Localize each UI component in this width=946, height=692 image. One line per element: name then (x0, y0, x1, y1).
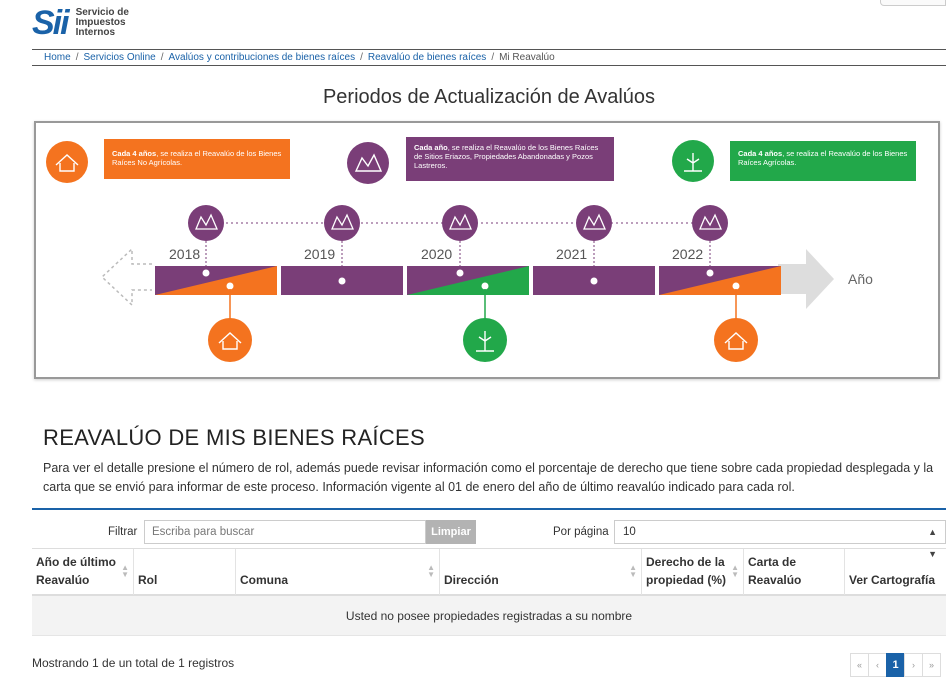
col-direccion-label: Dirección (444, 573, 499, 587)
col-rol[interactable]: Rol (134, 549, 236, 595)
sort-icon: ▲ ▼ (427, 563, 435, 579)
col-direccion[interactable]: Dirección ▲ ▼ (440, 549, 642, 595)
breadcrumb-separator: / (491, 52, 495, 63)
year-2022: 2022 (672, 246, 704, 262)
col-comuna[interactable]: Comuna ▲ ▼ (236, 549, 440, 595)
infographic: Cada 4 años, se realiza el Reavalúo de l… (34, 121, 940, 379)
search-input[interactable] (144, 520, 426, 544)
col-carta-reavaluo[interactable]: Carta de Reavalúo (744, 549, 845, 595)
breadcrumb-home[interactable]: Home (44, 52, 71, 63)
house-hand-icon-callout (46, 141, 88, 183)
axis-label-year: Año (848, 271, 873, 287)
breadcrumb-current: Mi Reavalúo (499, 52, 555, 63)
infographic-title: Periodos de Actualización de Avalúos (322, 86, 656, 108)
pager-last[interactable]: » (922, 653, 941, 677)
callout-purple-bold: Cada año (414, 143, 448, 152)
col-ultimo-line2: Reavalúo (36, 573, 90, 587)
callout-agricolas: Cada 4 años, se realiza el Reavalúo de l… (730, 141, 916, 181)
per-page-value: 10 (623, 526, 636, 538)
year-2019: 2019 (304, 246, 336, 262)
breadcrumb-avaluos[interactable]: Avalúos y contribuciones de bienes raíce… (169, 52, 356, 63)
terrain-icon-callout (347, 142, 389, 184)
col-derecho-propiedad[interactable]: Derecho de la propiedad (%) ▲ ▼ (642, 549, 744, 595)
arrow-right (778, 249, 834, 309)
sort-icon: ▲ ▼ (121, 563, 129, 579)
col-derecho-line2: propiedad (%) (646, 573, 726, 587)
per-page-label: Por página (553, 526, 609, 538)
col-cartografia-label: Ver Cartografía (849, 573, 936, 587)
col-ultimo-line1: Año de último (36, 555, 116, 569)
breadcrumb-separator: / (160, 52, 164, 63)
segment-2018 (155, 266, 277, 295)
section-divider (32, 508, 946, 510)
segment-2020 (407, 266, 529, 295)
pager-first[interactable]: « (850, 653, 869, 677)
col-comuna-label: Comuna (240, 573, 288, 587)
clear-button[interactable]: Limpiar (426, 520, 476, 544)
pager-prev[interactable]: ‹ (868, 653, 887, 677)
col-carta-line1: Carta de (748, 555, 797, 569)
breadcrumb: Home / Servicios Online / Avalúos y contribu… (32, 49, 946, 66)
section-description: Para ver el detalle presione el número d… (43, 461, 934, 494)
records-info: Mostrando 1 de un total de 1 registros (32, 656, 235, 670)
sort-icon: ▲ ▼ (629, 563, 637, 579)
callout-sitios-eriazos: Cada año, se realiza el Reavalúo de los … (406, 137, 614, 181)
logo-line-3: Internos (75, 27, 116, 38)
callout-green-bold: Cada 4 años (738, 149, 783, 158)
logo-text: Servicio de Impuestos Internos (76, 8, 129, 38)
col-rol-label: Rol (138, 573, 158, 587)
dashed-arrow-left (100, 247, 152, 307)
pager-page-1[interactable]: 1 (886, 653, 905, 677)
callout-no-agricolas: Cada 4 años, se realiza el Reavalúo de l… (104, 139, 290, 179)
callout-orange-bold: Cada 4 años (112, 149, 157, 158)
top-right-tab[interactable] (880, 0, 946, 6)
logo-mark: Sii (32, 4, 70, 42)
pager-next[interactable]: › (904, 653, 923, 677)
sii-logo[interactable]: Sii Servicio de Impuestos Internos (32, 6, 129, 40)
table-empty-row: Usted no posee propiedades registradas a… (32, 596, 946, 636)
year-2020: 2020 (421, 246, 453, 262)
bottom-icons (208, 289, 758, 362)
year-2021: 2021 (556, 246, 588, 262)
segment-2022 (659, 266, 781, 295)
per-page-select[interactable]: 10 ▲ ▼ (614, 520, 946, 559)
site-header: Sii Servicio de Impuestos Internos (0, 0, 946, 50)
breadcrumb-reavaluo[interactable]: Reavalúo de bienes raíces (368, 52, 486, 63)
year-2018: 2018 (169, 246, 201, 262)
breadcrumb-separator: / (360, 52, 363, 63)
properties-table: Año de último Reavalúo ▲ ▼ Rol Comuna ▲ ▼ … (32, 548, 946, 636)
table-header: Año de último Reavalúo ▲ ▼ Rol Comuna ▲ ▼ … (32, 548, 946, 596)
sort-icon: ▲ ▼ (731, 563, 739, 579)
col-derecho-line1: Derecho de la (646, 555, 725, 569)
breadcrumb-separator: / (75, 52, 79, 63)
col-ver-cartografia[interactable]: Ver Cartografía (845, 549, 946, 595)
col-carta-line2: Reavalúo (748, 573, 802, 587)
col-ultimo-reavaluo[interactable]: Año de último Reavalúo ▲ ▼ (32, 549, 134, 595)
section-title: REAVALÚO DE MIS BIENES RAÍCES (43, 425, 425, 450)
pagination: « ‹ 1 › » (850, 653, 941, 677)
filter-label: Filtrar (108, 526, 138, 538)
breadcrumb-servicios-online[interactable]: Servicios Online (83, 52, 155, 63)
plant-icon-callout (672, 140, 714, 182)
